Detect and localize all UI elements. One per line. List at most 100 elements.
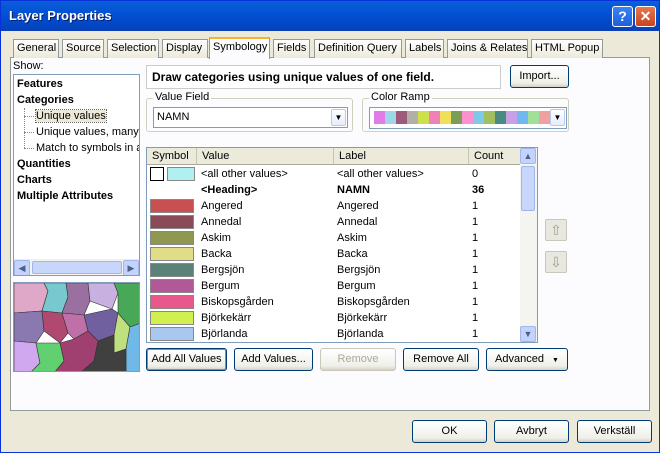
- tab-display[interactable]: Display: [162, 39, 208, 58]
- tree-item-features[interactable]: Features: [17, 78, 63, 90]
- tree-item-unique-values-many-fields[interactable]: Unique values, many f: [36, 126, 139, 138]
- symbol-swatch[interactable]: [150, 327, 194, 341]
- symbol-swatch[interactable]: [150, 231, 194, 245]
- symbol-swatch[interactable]: [167, 167, 195, 181]
- cell-count: 1: [472, 248, 479, 260]
- table-row[interactable]: Annedal Annedal 1: [147, 214, 521, 230]
- tab-label: HTML Popup: [535, 42, 600, 54]
- symbol-swatch[interactable]: [150, 199, 194, 213]
- column-header-symbol[interactable]: Symbol: [147, 148, 197, 165]
- cell-label: Angered: [337, 200, 379, 212]
- cell-value: Björlanda: [201, 328, 248, 340]
- tab-source[interactable]: Source: [62, 39, 104, 58]
- table-row[interactable]: <all other values> <all other values> 0: [147, 166, 521, 182]
- cell-value: Bergsjön: [201, 264, 245, 276]
- advanced-button[interactable]: Advanced ▼: [486, 348, 568, 371]
- tab-selection[interactable]: Selection: [107, 39, 159, 58]
- table-row[interactable]: Angered Angered 1: [147, 198, 521, 214]
- table-row[interactable]: Björkekärr Björkekärr 1: [147, 310, 521, 326]
- scroll-left-icon[interactable]: ◀: [14, 260, 30, 275]
- apply-button[interactable]: Verkställ: [577, 420, 652, 443]
- color-ramp-swatch: [517, 111, 528, 124]
- tab-fields[interactable]: Fields: [273, 39, 310, 58]
- show-label: Show:: [13, 60, 44, 72]
- column-header-value[interactable]: Value: [197, 148, 334, 165]
- advanced-label: Advanced: [495, 353, 544, 365]
- tree-item-categories[interactable]: Categories: [17, 94, 74, 106]
- symbol-swatch[interactable]: [150, 247, 194, 261]
- value-field-legend: Value Field: [153, 91, 212, 103]
- color-ramp-swatch: [429, 111, 440, 124]
- add-all-values-button[interactable]: Add All Values: [146, 348, 227, 371]
- color-ramp-swatch: [374, 111, 385, 124]
- symbol-swatch[interactable]: [150, 295, 194, 309]
- table-row[interactable]: Bergum Bergum 1: [147, 278, 521, 294]
- table-row[interactable]: <Heading> NAMN 36: [147, 182, 521, 198]
- cell-count: 1: [472, 296, 479, 308]
- cell-count: 1: [472, 328, 479, 340]
- color-ramp-legend: Color Ramp: [369, 91, 432, 103]
- chevron-down-icon[interactable]: ▼: [331, 109, 346, 126]
- table-vertical-scrollbar[interactable]: ▲ ▼: [520, 148, 537, 342]
- tab-general[interactable]: General: [13, 39, 59, 58]
- scroll-right-icon[interactable]: ▶: [123, 260, 139, 275]
- symbol-swatch[interactable]: [150, 311, 194, 325]
- ok-button[interactable]: OK: [412, 420, 487, 443]
- cell-count: 1: [472, 280, 479, 292]
- tree-item-unique-values[interactable]: Unique values: [35, 109, 107, 123]
- title-bar: Layer Properties ? ✕: [1, 1, 659, 31]
- cell-count: 36: [472, 184, 485, 196]
- move-up-icon[interactable]: ⇧: [545, 219, 567, 241]
- tab-symbology[interactable]: Symbology: [209, 37, 270, 59]
- cell-label: Björlanda: [337, 328, 384, 340]
- scroll-thumb[interactable]: [521, 166, 535, 211]
- table-row[interactable]: Backa Backa 1: [147, 246, 521, 262]
- import-button[interactable]: Import...: [510, 65, 569, 88]
- tree-item-charts[interactable]: Charts: [17, 174, 52, 186]
- symbol-swatch[interactable]: [150, 263, 194, 277]
- tab-label: General: [17, 42, 57, 54]
- tree-item-match-to-symbols[interactable]: Match to symbols in a: [36, 142, 139, 154]
- scroll-down-icon[interactable]: ▼: [520, 326, 536, 342]
- move-down-icon[interactable]: ⇩: [545, 251, 567, 273]
- preview-map-image: [14, 283, 139, 371]
- cell-count: 1: [472, 232, 479, 244]
- close-button[interactable]: ✕: [635, 6, 656, 27]
- chevron-down-icon[interactable]: ▼: [550, 109, 565, 126]
- value-field-select[interactable]: NAMN ▼: [153, 107, 348, 128]
- table-row[interactable]: Askim Askim 1: [147, 230, 521, 246]
- cell-value: Backa: [201, 248, 232, 260]
- symbol-swatch[interactable]: [150, 167, 164, 181]
- cell-value: Annedal: [201, 216, 242, 228]
- add-values-button[interactable]: Add Values...: [234, 348, 313, 371]
- symbol-swatch[interactable]: [150, 279, 194, 293]
- remove-all-button[interactable]: Remove All: [403, 348, 479, 371]
- table-row[interactable]: Bergsjön Bergsjön 1: [147, 262, 521, 278]
- unique-values-table: Symbol Value Label Count <all other valu…: [146, 147, 538, 343]
- color-ramp-select[interactable]: ▼: [369, 107, 567, 129]
- tab-html-popup[interactable]: HTML Popup: [531, 39, 603, 58]
- tree-item-quantities[interactable]: Quantities: [17, 158, 71, 170]
- symbol-swatch[interactable]: [150, 215, 194, 229]
- remove-button[interactable]: Remove: [320, 348, 396, 371]
- color-ramp-swatch: [407, 111, 418, 124]
- column-header-count[interactable]: Count: [469, 148, 521, 165]
- tab-joins-relates[interactable]: Joins & Relates: [447, 39, 528, 58]
- scroll-up-icon[interactable]: ▲: [520, 148, 536, 164]
- tab-definition-query[interactable]: Definition Query: [314, 39, 402, 58]
- cancel-button[interactable]: Avbryt: [494, 420, 569, 443]
- window-title: Layer Properties: [9, 8, 112, 23]
- table-row[interactable]: Biskopsgården Biskopsgården 1: [147, 294, 521, 310]
- column-header-label[interactable]: Label: [334, 148, 469, 165]
- help-button[interactable]: ?: [612, 6, 633, 27]
- tab-labels[interactable]: Labels: [405, 39, 444, 58]
- table-row[interactable]: Björlanda Björlanda 1: [147, 326, 521, 342]
- color-ramp-swatch: [385, 111, 396, 124]
- cell-count: 1: [472, 216, 479, 228]
- tree-horizontal-scrollbar[interactable]: ◀ ▶: [14, 259, 139, 275]
- cell-label: Bergum: [337, 280, 376, 292]
- scroll-thumb[interactable]: [32, 261, 122, 274]
- tab-label: Selection: [111, 42, 157, 54]
- tree-connector: [24, 108, 25, 148]
- tree-item-multiple-attributes[interactable]: Multiple Attributes: [17, 190, 113, 202]
